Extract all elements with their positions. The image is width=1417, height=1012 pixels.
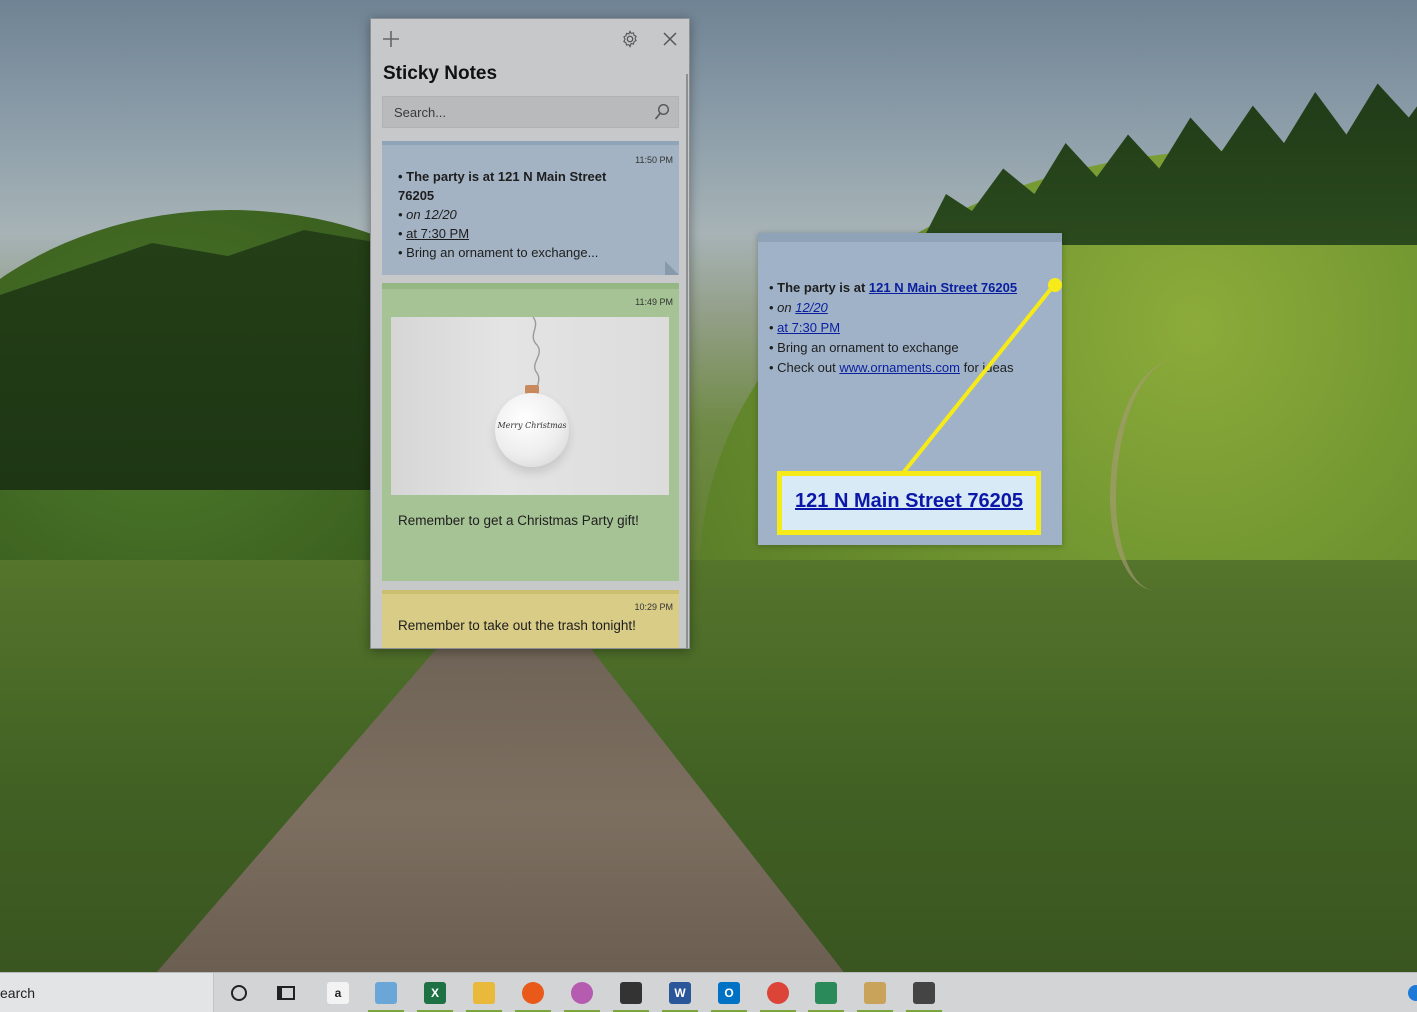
- taskbar-excel-button[interactable]: X: [415, 973, 455, 1012]
- callout-text: 121 N Main Street 76205: [795, 490, 1023, 512]
- word-icon: W: [669, 982, 691, 1004]
- add-note-button[interactable]: [379, 27, 403, 51]
- note-line: • on 12/20: [769, 300, 828, 315]
- wallpaper-treeline: [920, 75, 1417, 245]
- chrome-icon: [767, 982, 789, 1004]
- defender-icon: [815, 982, 837, 1004]
- search-input[interactable]: [383, 97, 643, 127]
- taskbar-chrome-button[interactable]: [758, 973, 798, 1012]
- scrollbar[interactable]: [686, 74, 688, 648]
- callout-highlight: 121 N Main Street 76205: [777, 471, 1041, 535]
- taskbar-notepad-app-button[interactable]: [366, 973, 406, 1012]
- taskbar-defender-button[interactable]: [806, 973, 846, 1012]
- note-line: • The party is at 121 N Main Street 7620…: [398, 169, 607, 203]
- note-card-gift[interactable]: 11:49 PM Merry Christmas Remember to get…: [382, 283, 679, 581]
- search-icon[interactable]: [654, 103, 670, 121]
- note-line: • on 12/20: [398, 207, 457, 222]
- cortana-button[interactable]: [219, 973, 259, 1012]
- taskbar-search-text: earch: [0, 985, 36, 1001]
- time-link[interactable]: at 7:30 PM: [777, 320, 840, 335]
- window-title: Sticky Notes: [383, 63, 498, 84]
- address-link[interactable]: 121 N Main Street 76205: [869, 280, 1017, 295]
- note-line: • at 7:30 PM: [398, 226, 470, 241]
- taskbar-sticky-notes-button[interactable]: [904, 973, 944, 1012]
- note-line: • Bring an ornament to exchange...: [398, 245, 599, 260]
- snipping-tool-icon: [571, 982, 593, 1004]
- note-text: Remember to take out the trash tonight!: [398, 618, 636, 633]
- taskbar-word-button[interactable]: W: [660, 973, 700, 1012]
- cortana-icon: [231, 985, 247, 1001]
- taskbar-outlook-button[interactable]: O: [709, 973, 749, 1012]
- ornament-ball: Merry Christmas: [495, 393, 569, 467]
- taskbar-amazon-button[interactable]: a: [318, 973, 358, 1012]
- outlook-icon: O: [718, 982, 740, 1004]
- note-line: • Bring an ornament to exchange: [769, 340, 959, 355]
- gear-icon: [623, 30, 637, 48]
- note-card-trash[interactable]: 10:29 PM Remember to take out the trash …: [382, 590, 679, 648]
- note-card-party[interactable]: 11:50 PM • The party is at 121 N Main St…: [382, 141, 679, 275]
- search-box[interactable]: [382, 96, 679, 128]
- close-icon: [663, 32, 677, 46]
- note-line: • The party is at 121 N Main Street 7620…: [769, 280, 1018, 295]
- task-view-icon: [277, 986, 295, 1000]
- note-timestamp: 11:49 PM: [635, 297, 673, 307]
- website-link[interactable]: www.ornaments.com: [839, 360, 960, 375]
- note-line: • at 7:30 PM: [769, 320, 841, 335]
- taskbar: earch a X W O: [0, 972, 1417, 1012]
- ornament-label: Merry Christmas: [497, 421, 567, 430]
- file-explorer-icon: [473, 982, 495, 1004]
- plus-icon: [383, 31, 399, 47]
- sticky-notes-icon: [913, 982, 935, 1004]
- notepad-app-icon: [375, 982, 397, 1004]
- note-corner-fold: [665, 261, 679, 275]
- date-link[interactable]: 12/20: [795, 300, 828, 315]
- note-timestamp: 11:50 PM: [635, 155, 673, 165]
- amazon-icon: a: [327, 982, 349, 1004]
- ornament-string: [532, 317, 540, 389]
- taskbar-paint-button[interactable]: [855, 973, 895, 1012]
- sticky-notes-window: Sticky Notes 11:50 PM • The party is at …: [370, 18, 690, 649]
- taskbar-snipping-tool-button[interactable]: [562, 973, 602, 1012]
- notification-icon[interactable]: [1408, 985, 1417, 1001]
- close-button[interactable]: [658, 27, 682, 51]
- taskbar-firefox-button[interactable]: [513, 973, 553, 1012]
- desktop-wallpaper: [0, 0, 1417, 972]
- taskbar-file-explorer-button[interactable]: [464, 973, 504, 1012]
- photos-icon: [620, 982, 642, 1004]
- paint-icon: [864, 982, 886, 1004]
- task-view-button[interactable]: [266, 973, 306, 1012]
- note-content: • The party is at 121 N Main Street 7620…: [398, 167, 638, 262]
- ornament-image: Merry Christmas: [391, 317, 669, 495]
- title-bar: [371, 19, 689, 59]
- taskbar-search-box[interactable]: earch: [0, 973, 214, 1012]
- note-text: Remember to get a Christmas Party gift!: [398, 513, 639, 528]
- taskbar-photos-button[interactable]: [611, 973, 651, 1012]
- note-line: • Check out www.ornaments.com for ideas: [769, 360, 1014, 375]
- settings-button[interactable]: [618, 27, 642, 51]
- expanded-note-content: • The party is at 121 N Main Street 7620…: [769, 278, 1059, 378]
- firefox-icon: [522, 982, 544, 1004]
- note-timestamp: 10:29 PM: [634, 602, 673, 612]
- excel-icon: X: [424, 982, 446, 1004]
